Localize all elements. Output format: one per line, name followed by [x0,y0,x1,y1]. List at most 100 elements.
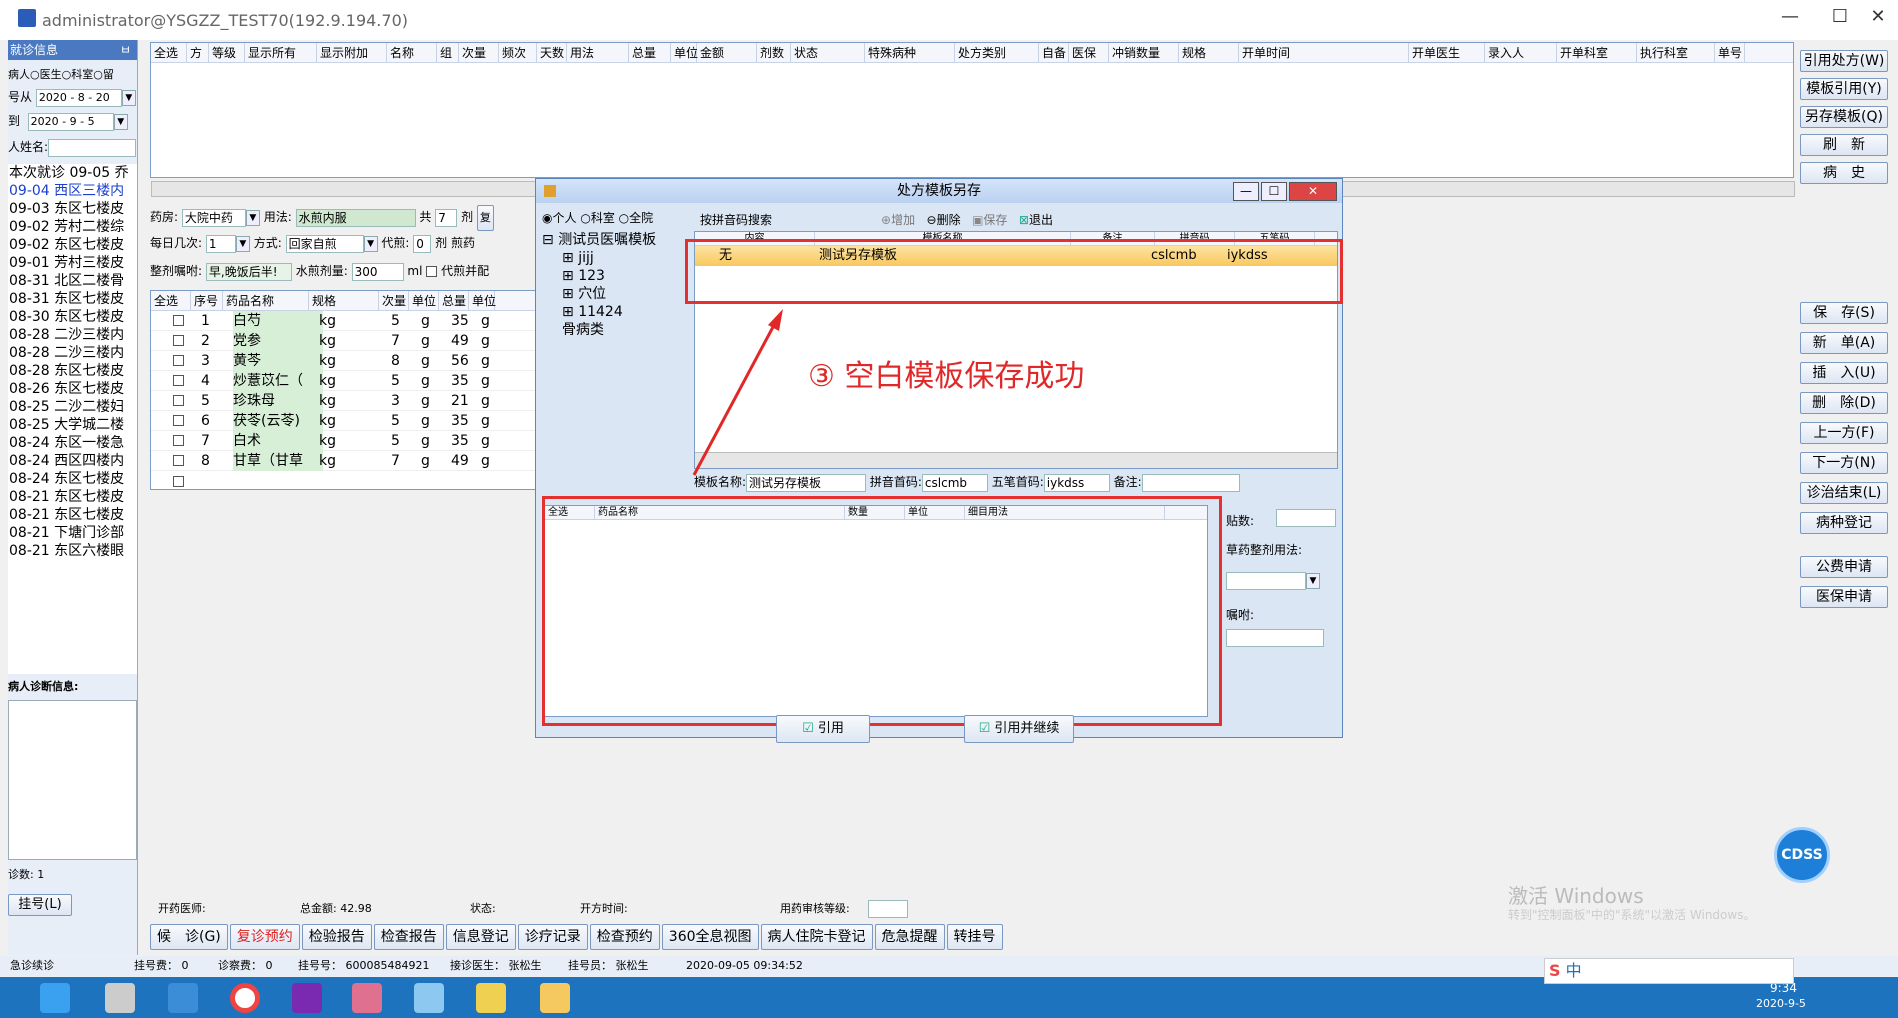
water-input[interactable]: 300 [351,262,404,281]
bottom-button[interactable]: 转挂号 [946,924,1003,950]
instruction-input[interactable]: 早,晚饭后半! [205,262,292,281]
usage-input[interactable]: 水煎内服 [295,208,416,227]
visit-item[interactable]: 本次就诊 09-05 乔 [9,164,137,182]
side-button[interactable]: 上一方(F) [1800,422,1888,444]
drug-row-empty[interactable] [151,471,539,491]
app-icon[interactable] [105,983,135,1013]
pharmacy-select[interactable]: 大院中药 [181,208,246,227]
app-icon[interactable] [352,983,382,1013]
row-checkbox[interactable] [173,415,184,426]
history-col[interactable]: 等级 [209,43,245,62]
visit-item[interactable]: 08-25 二沙二楼妇 [9,398,137,416]
visit-item[interactable]: 08-31 东区七楼皮 [9,290,137,308]
visit-item[interactable]: 08-21 东区六楼眼 [9,542,137,560]
drug-row[interactable]: 1 白芍 kg 5 g 35 g [151,311,539,331]
chevron-down-icon[interactable]: ▼ [121,89,136,106]
visit-item[interactable]: 08-28 东区七楼皮 [9,362,137,380]
side-button[interactable]: 诊治结束(L) [1800,482,1888,504]
side-button[interactable]: 删 除(D) [1800,392,1888,414]
pin-icon[interactable]: ㅂ [120,40,131,60]
visit-item[interactable]: 08-24 东区一楼急 [9,434,137,452]
history-col[interactable]: 规格 [1179,43,1239,62]
history-col[interactable]: 用法 [567,43,629,62]
row-checkbox[interactable] [173,435,184,446]
side-button[interactable]: 医保申请 [1800,586,1888,608]
radio-dept[interactable]: ○ [62,68,72,81]
freq-input[interactable]: 1 [205,234,236,253]
visit-item[interactable]: 08-21 下塘门诊部 [9,524,137,542]
visit-item[interactable]: 09-04 西区三楼内 [9,182,137,200]
side-button[interactable]: 引用处方(W) [1800,50,1888,72]
minimize-button[interactable]: — [1770,6,1810,27]
side-button[interactable]: 新 单(A) [1800,332,1888,354]
drug-col[interactable]: 单位 [409,291,439,310]
chrome-icon[interactable] [230,983,260,1013]
history-col[interactable]: 方 [187,43,209,62]
visit-item[interactable]: 08-24 东区七楼皮 [9,470,137,488]
history-col[interactable]: 全选 [151,43,187,62]
bottom-button[interactable]: 检查预约 [589,924,660,950]
chevron-down-icon[interactable]: ▼ [113,113,128,130]
sogou-icon[interactable]: S [1545,961,1561,980]
drug-col[interactable]: 序号 [191,291,223,310]
history-col[interactable]: 冲销数量 [1109,43,1179,62]
row-checkbox[interactable] [173,315,184,326]
visit-item[interactable]: 09-03 东区七楼皮 [9,200,137,218]
drug-row[interactable]: 6 茯苓(云苓) kg 5 g 35 g [151,411,539,431]
bottom-button[interactable]: 诊疗记录 [517,924,588,950]
history-col[interactable]: 处方类别 [955,43,1039,62]
history-col[interactable]: 总量 [629,43,671,62]
side-button[interactable]: 病种登记 [1800,512,1888,534]
drug-col[interactable]: 药品名称 [223,291,309,310]
radio-doctor[interactable]: ○ [30,68,40,81]
app-icon[interactable] [292,983,322,1013]
drug-col[interactable]: 总量 [439,291,469,310]
side-button[interactable]: 模板引用(Y) [1800,78,1888,100]
drug-row[interactable]: 8 甘草（甘草 kg 7 g 49 g [151,451,539,471]
audit-input[interactable] [868,900,908,918]
merge-checkbox[interactable] [426,266,438,277]
visit-item[interactable]: 08-28 二沙三楼内 [9,344,137,362]
bottom-button[interactable]: 360全息视图 [661,924,759,950]
bottom-button[interactable]: 候 诊(G) [150,924,228,950]
chevron-down-icon[interactable]: ▼ [245,209,260,226]
visit-item[interactable]: 08-25 大学城二楼 [9,416,137,434]
drug-col[interactable]: 规格 [309,291,379,310]
row-checkbox[interactable] [173,335,184,346]
history-col[interactable]: 开单时间 [1239,43,1409,62]
visit-item[interactable]: 08-24 西区四楼内 [9,452,137,470]
side-button[interactable]: 下一方(N) [1800,452,1888,474]
history-col[interactable]: 执行科室 [1637,43,1715,62]
bottom-button[interactable]: 危急提醒 [874,924,945,950]
history-col[interactable]: 剂数 [757,43,791,62]
drug-col[interactable]: 次量 [379,291,409,310]
side-button[interactable]: 病 史 [1800,162,1888,184]
visit-item[interactable]: 08-30 东区七楼皮 [9,308,137,326]
history-col[interactable]: 金额 [697,43,757,62]
history-col[interactable]: 录入人 [1485,43,1557,62]
history-col[interactable]: 次量 [459,43,499,62]
history-col[interactable]: 开单科室 [1557,43,1637,62]
cdss-button[interactable]: CDSS [1774,827,1830,883]
side-button[interactable]: 另存模板(Q) [1800,106,1888,128]
review-button[interactable]: 复 [476,205,494,231]
app-icon[interactable] [168,983,198,1013]
history-col[interactable]: 显示所有 [245,43,317,62]
row-checkbox[interactable] [173,375,184,386]
history-col[interactable]: 天数 [537,43,567,62]
side-button[interactable]: 插 入(U) [1800,362,1888,384]
maximize-button[interactable]: ☐ [1820,6,1860,27]
history-col[interactable]: 频次 [499,43,537,62]
history-col[interactable]: 单位 [671,43,698,62]
app-icon[interactable] [476,983,506,1013]
row-checkbox[interactable] [173,395,184,406]
decoct-input[interactable]: 0 [413,234,432,253]
row-checkbox[interactable] [173,355,184,366]
visit-item[interactable]: 08-21 东区七楼皮 [9,488,137,506]
visit-item[interactable]: 08-26 东区七楼皮 [9,380,137,398]
bottom-button[interactable]: 检验报告 [301,924,372,950]
history-col[interactable]: 开单医生 [1409,43,1485,62]
bottom-button[interactable]: 复诊预约 [229,924,300,950]
history-col[interactable]: 单号 [1715,43,1745,62]
side-button[interactable]: 刷 新 [1800,134,1888,156]
